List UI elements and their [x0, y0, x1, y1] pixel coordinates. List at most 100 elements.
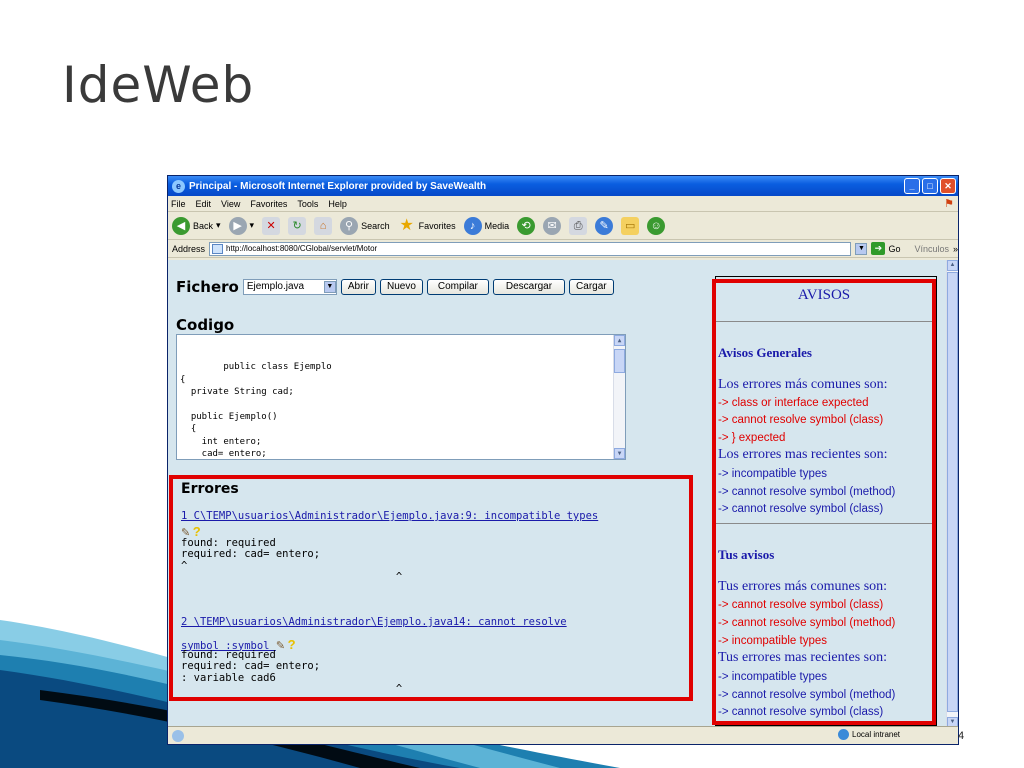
folder-icon: ▭ [621, 216, 640, 235]
list-item: -> cannot resolve symbol (class) [718, 503, 884, 515]
chevron-down-icon: ▼ [323, 281, 336, 293]
list-item: -> cannot resolve symbol (method) [718, 617, 896, 629]
home-icon: ⌂ [314, 216, 333, 235]
list-item: -> cannot resolve symbol (class) [718, 706, 884, 718]
list-item: -> cannot resolve symbol (method) [718, 486, 896, 498]
page-content: Fichero Ejemplo.java ▼ Abrir Nuevo Compi… [168, 260, 958, 728]
fichero-label: Fichero [176, 278, 239, 296]
history-icon: ⟲ [517, 216, 536, 235]
window-titlebar: e Principal - Microsoft Internet Explore… [168, 176, 958, 196]
scroll-up-icon[interactable]: ▲ [614, 335, 625, 346]
favorites-star-icon: ★ [399, 216, 414, 234]
stop-button[interactable]: ✕ [262, 216, 281, 235]
slide-title: IdeWeb [62, 56, 255, 114]
mail-icon: ✉ [543, 216, 562, 235]
media-icon: ♪ [463, 216, 482, 235]
tus-comunes-text: Tus errores más comunes son: [718, 579, 888, 594]
menu-file[interactable]: File [171, 199, 186, 209]
media-button[interactable]: ♪ Media [463, 216, 509, 235]
minimize-button[interactable]: _ [904, 178, 920, 194]
messenger-icon: ☺ [647, 216, 666, 235]
list-item: -> cannot resolve symbol (class) [718, 599, 884, 611]
list-item: -> incompatible types [718, 671, 827, 683]
error-1: 1 C\TEMP\usuarios\Administrador\Ejemplo.… [181, 510, 598, 584]
generales-recientes-text: Los errores mas recientes son: [718, 447, 888, 462]
address-input[interactable]: http://localhost:8080/CGlobal/servlet/Mo… [209, 241, 852, 256]
ie-logo-icon: e [172, 179, 185, 193]
abrir-button[interactable]: Abrir [340, 279, 376, 295]
file-toolbar: Fichero Ejemplo.java ▼ Abrir Nuevo Compi… [176, 278, 614, 296]
go-arrow-icon: ➔ [871, 242, 886, 255]
list-item: -> } expected [718, 432, 786, 444]
refresh-icon: ↻ [288, 216, 307, 235]
mail-button[interactable]: ✉ [543, 216, 562, 235]
list-item: -> incompatible types [718, 468, 827, 480]
print-button[interactable]: ⎙ [569, 216, 588, 235]
code-scrollbar[interactable]: ▲ ▼ [613, 335, 625, 459]
status-bar: Local intranet [168, 726, 958, 744]
folder-button[interactable]: ▭ [621, 216, 640, 235]
page-status-icon [172, 729, 184, 742]
descargar-button[interactable]: Descargar [492, 279, 566, 295]
windows-flag-icon: ⚑ [944, 198, 954, 210]
back-button[interactable]: ◀ Back ▾ [172, 216, 221, 235]
menu-favorites[interactable]: Favorites [250, 199, 287, 209]
print-icon: ⎙ [569, 216, 588, 235]
scroll-up-icon[interactable]: ▲ [947, 260, 958, 271]
search-icon: ⚲ [340, 216, 359, 235]
help-icon[interactable]: ? [288, 637, 296, 652]
scroll-down-icon[interactable]: ▼ [614, 448, 625, 459]
menu-tools[interactable]: Tools [297, 199, 318, 209]
list-item: -> class or interface expected [718, 397, 869, 409]
compilar-button[interactable]: Compilar [426, 279, 489, 295]
menu-help[interactable]: Help [328, 199, 347, 209]
list-item: -> incompatible types [718, 635, 827, 647]
address-label: Address [172, 243, 206, 254]
refresh-button[interactable]: ↻ [288, 216, 307, 235]
favorites-button[interactable]: ★ Favorites [398, 216, 455, 235]
codigo-label: Codigo [176, 316, 235, 334]
close-button[interactable]: ✕ [940, 178, 956, 194]
file-select[interactable]: Ejemplo.java ▼ [242, 279, 337, 295]
address-dropdown-icon[interactable]: ▼ [855, 242, 868, 255]
back-arrow-icon: ◀ [172, 216, 190, 235]
menu-edit[interactable]: Edit [196, 199, 212, 209]
avisos-generales-heading: Avisos Generales [718, 345, 812, 360]
messenger-button[interactable]: ☺ [647, 216, 666, 235]
nuevo-button[interactable]: Nuevo [379, 279, 423, 295]
forward-button[interactable]: ▶ ▾ [228, 216, 254, 235]
toolbar: ◀ Back ▾ ▶ ▾ ✕ ↻ ⌂ ⚲ Search ★ Favorites ♪ Medi… [168, 212, 958, 240]
error-2-link[interactable]: 2 \TEMP\usuarios\Administrador\Ejemplo.j… [181, 616, 567, 629]
list-item: -> cannot resolve symbol (method) [718, 689, 896, 701]
go-button[interactable]: ➔ Go [871, 242, 900, 255]
page-scrollbar[interactable]: ▲ ▼ [946, 260, 958, 728]
menu-bar: File Edit View Favorites Tools Help ⚑ [168, 196, 958, 212]
history-button[interactable]: ⟲ [517, 216, 536, 235]
browser-window: e Principal - Microsoft Internet Explore… [167, 175, 959, 745]
stop-icon: ✕ [262, 216, 281, 235]
divider [716, 523, 932, 524]
avisos-title: AVISOS [797, 287, 851, 303]
divider [716, 321, 932, 322]
address-bar: Address http://localhost:8080/CGlobal/se… [168, 240, 958, 258]
slide-number: 4 [958, 730, 965, 742]
generales-comunes-text: Los errores más comunes son: [718, 377, 888, 392]
pencil-icon[interactable]: ✎ [276, 640, 285, 652]
error-2: 2 \TEMP\usuarios\Administrador\Ejemplo.j… [181, 616, 567, 696]
errores-panel: Errores 1 C\TEMP\usuarios\Administrador\… [169, 475, 693, 701]
search-button[interactable]: ⚲ Search [340, 216, 390, 235]
cargar-button[interactable]: Cargar [569, 279, 614, 295]
edit-button[interactable]: ✎ [595, 216, 614, 235]
links-label[interactable]: Vínculos [914, 244, 949, 254]
menu-view[interactable]: View [221, 199, 240, 209]
list-item: -> cannot resolve symbol (class) [718, 414, 884, 426]
error-1-link[interactable]: 1 C\TEMP\usuarios\Administrador\Ejemplo.… [181, 510, 598, 523]
error-1-detail: found: required required: cad= entero; ^… [181, 536, 403, 583]
maximize-button[interactable]: □ [922, 178, 938, 194]
home-button[interactable]: ⌂ [314, 216, 333, 235]
window-title: Principal - Microsoft Internet Explorer … [189, 180, 487, 192]
chevron-right-icon[interactable]: » [953, 244, 958, 254]
forward-arrow-icon: ▶ [228, 216, 247, 235]
code-editor[interactable]: public class Ejemplo { private String ca… [176, 334, 626, 460]
edit-icon: ✎ [595, 216, 614, 235]
